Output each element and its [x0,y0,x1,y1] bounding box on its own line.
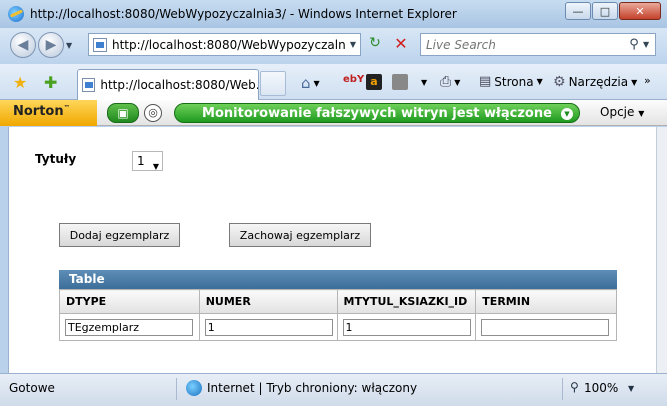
globe-icon [186,380,202,396]
home-dropdown-icon: ▼ [313,78,320,88]
feeds-dropdown-icon: ▼ [421,77,428,87]
gear-icon: ⚙ [553,74,566,90]
save-copy-button[interactable]: Zachowaj egzemplarz [229,223,371,247]
page-icon [82,78,96,92]
table-header-row: DTYPE NUMER MTYTUL_KSIAZKI_ID TERMIN [59,289,617,314]
address-url[interactable]: http://localhost:8080/WebWypozyczalnia3/ [112,38,346,52]
toolbar-overflow-button[interactable]: » [644,74,651,87]
history-dropdown-icon[interactable]: ▼ [66,41,72,50]
titles-selected-value: 1 [137,154,145,168]
search-input[interactable] [421,37,625,52]
stop-icon[interactable]: ✕ [390,34,412,54]
minimize-button[interactable]: — [565,2,591,20]
status-bar: Gotowe Internet | Tryb chroniony: włączo… [0,373,667,406]
zoom-level[interactable]: 100% [584,381,618,395]
tools-menu[interactable]: ⚙ Narzędzia ▼ [553,74,637,90]
norton-options-dropdown-icon: ▼ [638,109,645,118]
page-content: Tytuły 1 ▼ Dodaj egzemplarz Zachowaj egz… [8,127,656,373]
numer-input[interactable] [204,318,333,336]
page-icon [93,37,107,52]
dtype-input[interactable] [65,318,193,336]
tab-label: http://localhost:8080/Web... [100,78,258,92]
add-favorites-icon[interactable]: ✚ [44,73,57,92]
chevron-right-icon: » [644,74,651,87]
page-menu-dropdown-icon: ▼ [536,77,543,86]
norton-options-menu[interactable]: Opcje ▼ [600,105,644,119]
page-menu-icon: ▤ [479,74,492,89]
norton-status-dropdown-icon[interactable]: ▼ [561,108,573,120]
search-box[interactable]: ⚲ ▼ [420,33,656,56]
table-grid: DTYPE NUMER MTYTUL_KSIAZKI_ID TERMIN [59,289,617,341]
status-text: Gotowe [9,381,55,395]
column-header: TERMIN [475,289,617,314]
zoom-icon[interactable]: ⚲ [570,380,579,394]
window-title-bar[interactable]: http://localhost:8080/WebWypozyczalnia3/… [0,0,667,28]
table-row [59,313,617,341]
norton-logo: Norton™ [0,100,97,126]
column-header: MTYTUL_KSIAZKI_ID [336,289,477,314]
zoom-dropdown-icon[interactable]: ▼ [628,384,634,393]
table-cell [336,313,477,341]
address-bar[interactable]: http://localhost:8080/WebWypozyczalnia3/… [88,33,361,56]
add-copy-button[interactable]: Dodaj egzemplarz [59,223,180,247]
forward-button[interactable]: ▶ [38,32,64,58]
address-toolbar: ◀ ▶ ▼ http://localhost:8080/WebWypozycza… [0,28,667,64]
tab-current[interactable]: http://localhost:8080/Web... [77,69,259,100]
norton-options-label: Opcje [600,105,635,119]
rss-icon [392,74,408,90]
titles-label: Tytuły [35,152,77,166]
ebay-button[interactable]: ebY [343,74,364,85]
data-table: Table DTYPE NUMER MTYTUL_KSIAZKI_ID TERM… [59,270,617,341]
norton-trademark: ™ [63,104,70,112]
new-tab-button[interactable] [260,71,286,96]
column-header: NUMER [198,289,338,314]
select-dropdown-icon: ▼ [152,162,159,171]
ebay-icon: ebY [343,74,365,85]
norton-status-text: Monitorowanie fałszywych witryn jest włą… [202,105,552,121]
feeds-button[interactable]: ▼ [392,74,427,90]
table-cell [198,313,338,341]
title-id-input[interactable] [342,318,471,336]
maximize-button[interactable]: □ [592,2,618,20]
amazon-button[interactable]: a [366,74,382,90]
norton-status-pill[interactable]: Monitorowanie fałszywych witryn jest włą… [174,103,580,123]
print-button[interactable]: ⎙ ▼ [440,74,460,90]
table-caption: Table [59,270,617,289]
arrow-right-icon: ▶ [45,37,57,53]
window-title: http://localhost:8080/WebWypozyczalnia3/… [30,7,457,21]
tools-menu-label: Narzędzia [568,75,629,89]
window-controls: — □ ✕ [565,2,661,20]
status-divider [562,378,563,400]
address-dropdown-icon[interactable]: ▼ [346,40,360,49]
search-dropdown-icon[interactable]: ▼ [643,40,655,49]
internet-explorer-icon [8,6,24,22]
refresh-icon[interactable]: ↻ [364,35,386,55]
amazon-icon: a [366,74,382,90]
norton-toolbar: Norton™ ▣ ◎ Monitorowanie fałszywych wit… [0,100,667,126]
page-menu-label: Strona [494,74,534,89]
close-button[interactable]: ✕ [619,2,661,20]
security-zone-text[interactable]: Internet | Tryb chroniony: włączony [207,381,417,395]
print-dropdown-icon: ▼ [454,77,461,87]
home-icon: ⌂ [301,74,311,92]
table-cell [475,313,617,341]
termin-input[interactable] [481,318,610,336]
titles-select[interactable]: 1 ▼ [132,151,163,171]
globe-icon[interactable]: ◎ [144,104,162,122]
home-button[interactable]: ⌂ ▼ [301,74,320,92]
printer-icon: ⎙ [440,74,452,90]
back-button[interactable]: ◀ [10,32,36,58]
table-cell [59,313,200,341]
status-divider [176,378,177,400]
arrow-left-icon: ◀ [17,37,29,53]
search-icon[interactable]: ⚲ [625,37,643,52]
norton-logo-text: Norton [13,104,64,119]
tools-menu-dropdown-icon: ▼ [631,77,638,87]
column-header: DTYPE [59,289,200,314]
norton-monitor-icon[interactable]: ▣ [107,103,139,123]
page-menu[interactable]: ▤ Strona ▼ [479,74,543,89]
tab-toolbar: ★ ✚ http://localhost:8080/Web... ⌂ ▼ ebY… [0,64,667,100]
favorites-star-icon[interactable]: ★ [13,73,27,92]
vertical-scrollbar[interactable] [656,127,667,373]
